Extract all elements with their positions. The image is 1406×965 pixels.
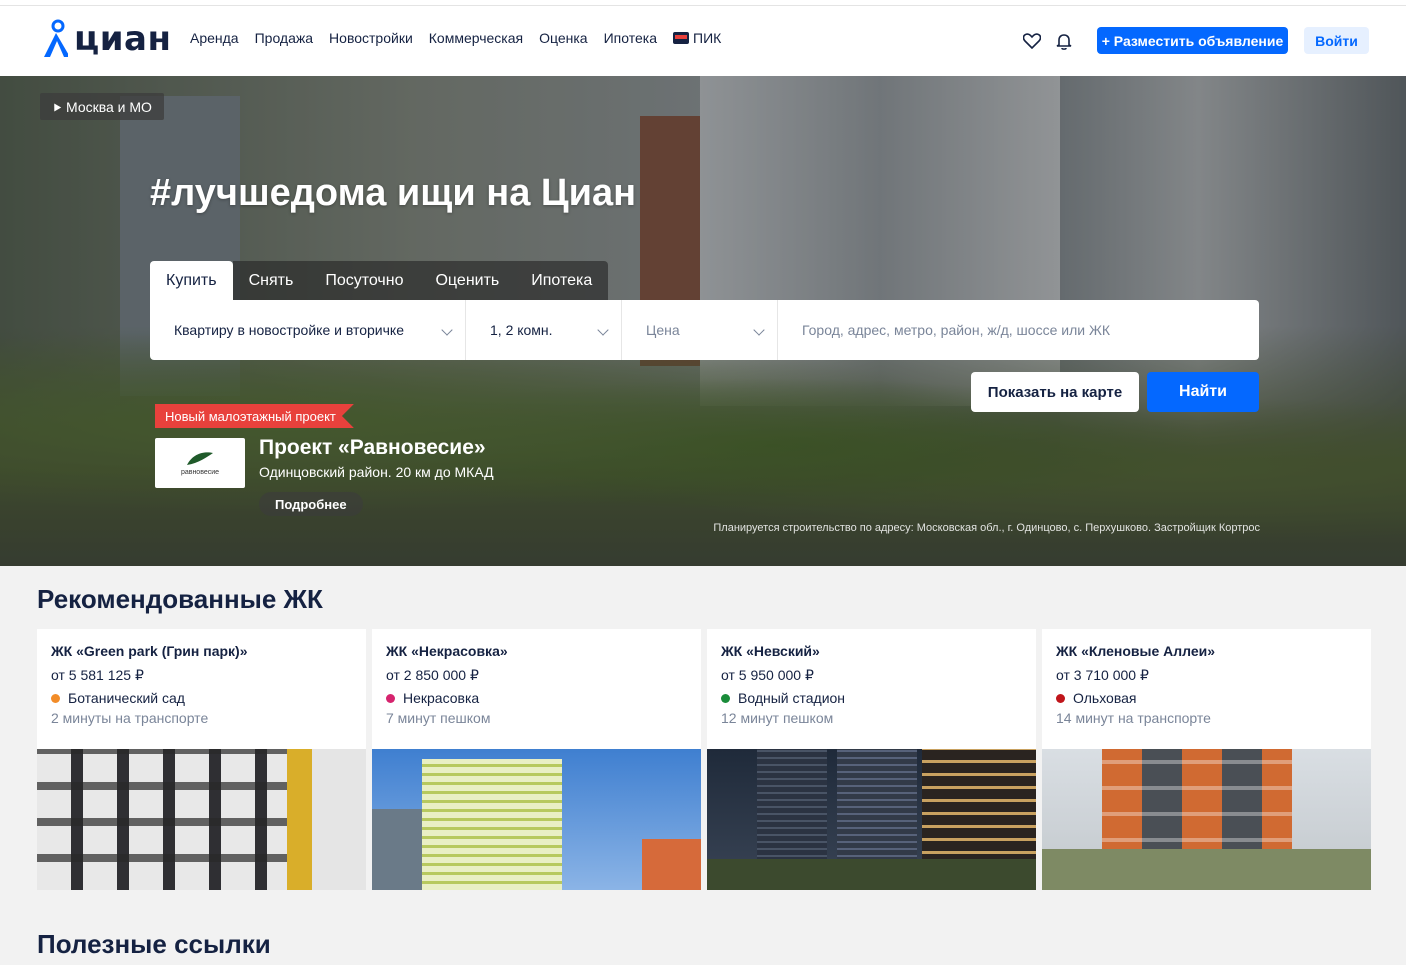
bell-icon[interactable] [1053, 30, 1075, 52]
complex-card[interactable]: ЖК «Кленовые Аллеи» от 3 710 000 ₽ Ольхо… [1042, 629, 1371, 890]
recommended-list: ЖК «Green park (Грин парк)» от 5 581 125… [37, 629, 1371, 890]
tab-rent[interactable]: Снять [232, 261, 310, 300]
complex-name: ЖК «Кленовые Аллеи» [1056, 643, 1216, 659]
promo-more-button[interactable]: Подробнее [259, 492, 363, 516]
complex-travel-time: 14 минут на транспорте [1056, 710, 1211, 726]
rooms-select[interactable]: 1, 2 комн. [466, 300, 622, 360]
tab-buy[interactable]: Купить [150, 261, 233, 300]
main-nav: Аренда Продажа Новостройки Коммерческая … [190, 30, 737, 46]
nav-rent[interactable]: Аренда [190, 30, 239, 46]
nav-sale[interactable]: Продажа [255, 30, 313, 46]
complex-price: от 5 950 000 ₽ [721, 667, 814, 683]
metro-dot-icon [51, 693, 60, 703]
complex-name: ЖК «Green park (Грин парк)» [51, 643, 248, 659]
show-on-map-button[interactable]: Показать на карте [971, 372, 1139, 412]
promo-title[interactable]: Проект «Равновесие» [259, 436, 486, 460]
complex-card[interactable]: ЖК «Невский» от 5 950 000 ₽ Водный стади… [707, 629, 1036, 890]
complex-price: от 5 581 125 ₽ [51, 667, 144, 683]
promo-disclaimer: Планируется строительство по адресу: Мос… [713, 522, 1260, 534]
login-button[interactable]: Войти [1304, 27, 1369, 54]
complex-price: от 3 710 000 ₽ [1056, 667, 1149, 683]
nav-pik-label: ПИК [693, 30, 722, 46]
complex-price: от 2 850 000 ₽ [386, 667, 479, 683]
region-label: Москва и МО [66, 98, 152, 115]
property-type-value: Квартиру в новостройке и вторичке [174, 322, 404, 338]
post-ad-button[interactable]: + Разместить объявление [1097, 27, 1288, 54]
chevron-down-icon [753, 324, 765, 336]
nav-pik[interactable]: ПИК [673, 30, 721, 46]
complex-name: ЖК «Невский» [721, 643, 820, 659]
deal-tabs: Купить Снять Посуточно Оценить Ипотека [150, 261, 609, 300]
search-form: Квартиру в новостройке и вторичке 1, 2 к… [150, 300, 1259, 360]
price-placeholder: Цена [646, 322, 680, 338]
complex-metro: Ботанический сад [51, 690, 185, 706]
promo-logo-text: равновесие [180, 468, 220, 476]
complex-card[interactable]: ЖК «Green park (Грин парк)» от 5 581 125… [37, 629, 366, 890]
price-select[interactable]: Цена [622, 300, 778, 360]
complex-travel-time: 12 минут пешком [721, 710, 834, 726]
leaf-icon [187, 451, 213, 465]
metro-name: Ботанический сад [68, 690, 185, 706]
complex-name: ЖК «Некрасовка» [386, 643, 508, 659]
nav-new-buildings[interactable]: Новостройки [329, 30, 413, 46]
complex-travel-time: 2 минуты на транспорте [51, 710, 209, 726]
complex-metro: Ольховая [1056, 690, 1136, 706]
complex-photo [1042, 749, 1371, 890]
location-arrow-icon [50, 101, 62, 112]
pik-logo-icon [673, 32, 689, 44]
site-header: циан Аренда Продажа Новостройки Коммерче… [0, 6, 1406, 76]
complex-metro: Некрасовка [386, 690, 479, 706]
complex-photo [37, 749, 366, 890]
rooms-value: 1, 2 комн. [490, 322, 553, 338]
tab-valuate[interactable]: Оценить [419, 261, 516, 300]
recommended-title: Рекомендованные ЖК [37, 584, 323, 614]
metro-name: Водный стадион [738, 690, 846, 706]
nav-mortgage[interactable]: Ипотека [604, 30, 657, 46]
metro-dot-icon [386, 693, 395, 703]
complex-photo [707, 749, 1036, 890]
tab-mortgage[interactable]: Ипотека [515, 261, 609, 300]
find-button[interactable]: Найти [1147, 372, 1259, 412]
complex-photo [372, 749, 701, 890]
promo-logo[interactable]: равновесие [155, 438, 245, 488]
chevron-down-icon [441, 324, 453, 336]
hero-title: #лучшедома ищи на Циан [150, 172, 637, 214]
metro-name: Ольховая [1073, 690, 1137, 706]
cian-logo[interactable]: циан [40, 14, 171, 64]
metro-dot-icon [1056, 693, 1065, 703]
region-selector[interactable]: Москва и МО [40, 93, 164, 120]
heart-icon[interactable] [1021, 30, 1043, 52]
hero-banner: Москва и МО #лучшедома ищи на Циан Купит… [0, 76, 1406, 566]
metro-name: Некрасовка [403, 690, 480, 706]
address-search-input[interactable] [778, 300, 1259, 360]
metro-dot-icon [721, 693, 730, 703]
chevron-down-icon [597, 324, 609, 336]
complex-travel-time: 7 минут пешком [386, 710, 491, 726]
logo-pin-icon [44, 19, 68, 57]
property-type-select[interactable]: Квартиру в новостройке и вторичке [150, 300, 466, 360]
nav-valuation[interactable]: Оценка [539, 30, 588, 46]
useful-links-title: Полезные ссылки [37, 929, 271, 959]
nav-commercial[interactable]: Коммерческая [429, 30, 523, 46]
tab-daily[interactable]: Посуточно [309, 261, 420, 300]
complex-card[interactable]: ЖК «Некрасовка» от 2 850 000 ₽ Некрасовк… [372, 629, 701, 890]
promo-subtitle: Одинцовский район. 20 км до МКАД [259, 464, 494, 480]
complex-metro: Водный стадион [721, 690, 845, 706]
logo-text: циан [74, 19, 172, 59]
promo-tag: Новый малоэтажный проект [155, 404, 354, 428]
